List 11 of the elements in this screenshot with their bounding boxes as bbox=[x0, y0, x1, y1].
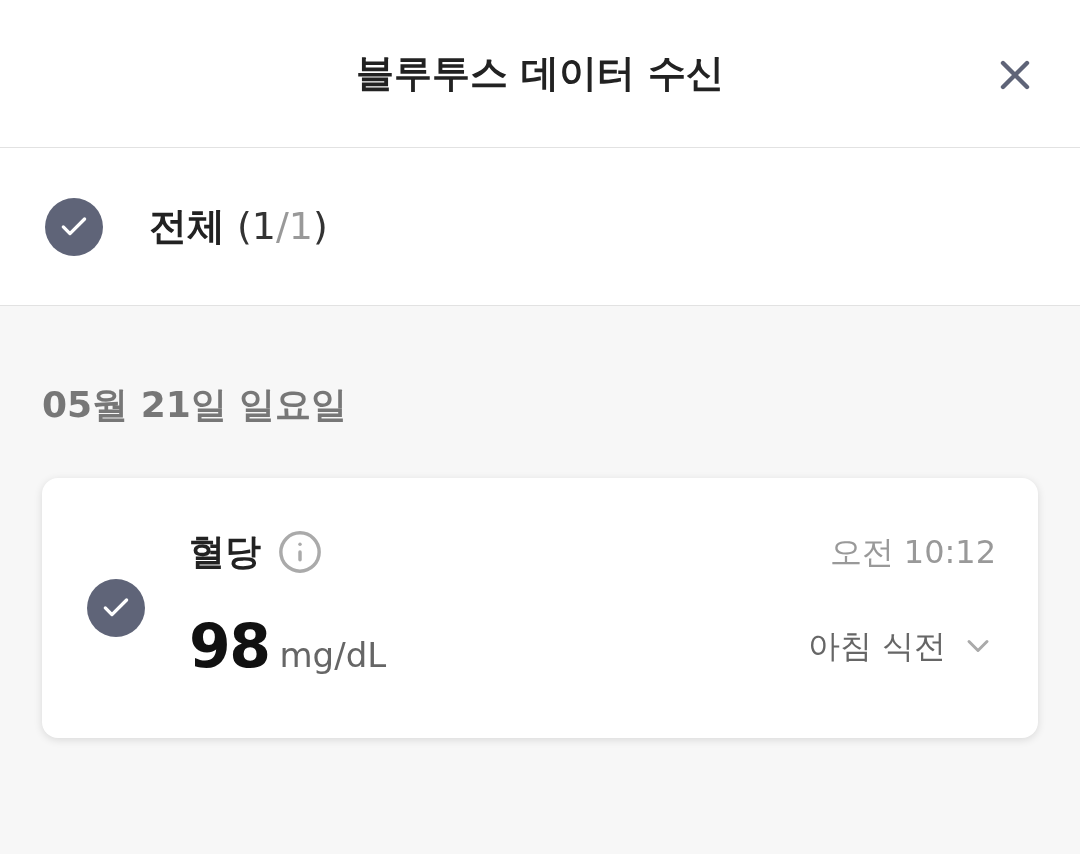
count-text: /1 bbox=[276, 203, 313, 250]
record-value: 98 bbox=[189, 610, 270, 683]
date-heading: 05월 21일 일요일 bbox=[42, 383, 349, 427]
count-text: (1 bbox=[237, 203, 276, 250]
record-time: 오전 10:12 bbox=[829, 532, 996, 573]
header-title: 블루투스 데이터 수신 bbox=[355, 50, 725, 97]
record-name: 혈당 bbox=[189, 530, 261, 574]
count-text: ) bbox=[313, 203, 328, 250]
meal-dropdown[interactable]: 아침 식전 bbox=[807, 622, 996, 670]
select-all-label: 전체 bbox=[149, 203, 225, 250]
record-unit: mg/dL bbox=[279, 634, 387, 677]
